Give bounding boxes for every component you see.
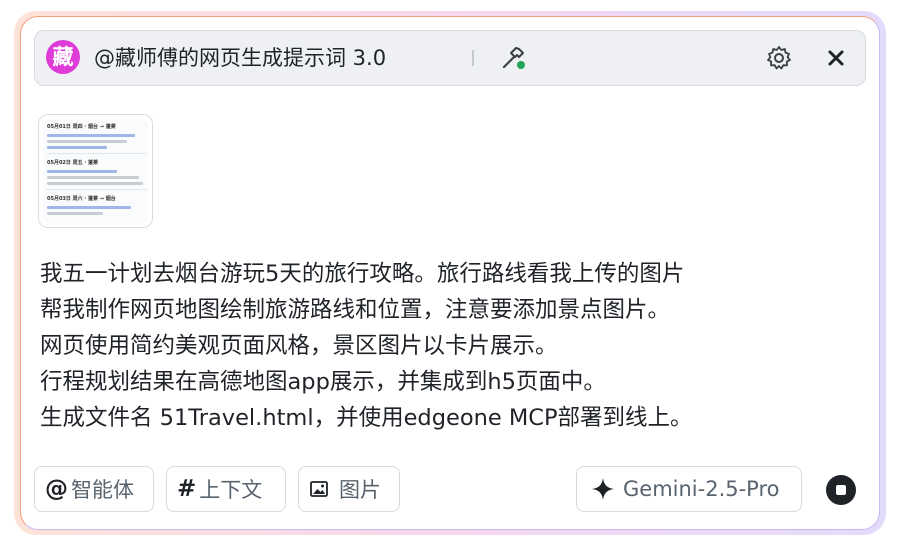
context-button[interactable]: # 上下文 <box>166 466 286 512</box>
gear-icon[interactable] <box>766 45 792 71</box>
avatar[interactable]: 藏 <box>46 40 80 74</box>
close-icon[interactable] <box>826 48 846 68</box>
message-line: 生成文件名 51Travel.html，并使用edgeone MCP部署到线上。 <box>40 405 693 431</box>
sparkle-icon <box>591 477 615 501</box>
attached-image-thumbnail[interactable]: 05月01日 周四 · 烟台 → 蓬莱 05月02日 周五 · 蓬莱 05月03… <box>38 114 153 228</box>
message-line: 我五一计划去烟台游玩5天的旅行攻略。旅行路线看我上传的图片 <box>40 261 685 287</box>
stop-button[interactable] <box>826 475 856 505</box>
model-selector[interactable]: Gemini-2.5-Pro <box>576 466 802 512</box>
image-label: 图片 <box>339 478 381 502</box>
day-heading: 05月02日 周五 · 蓬莱 <box>47 160 99 166</box>
agent-button[interactable]: @ 智能体 <box>34 466 154 512</box>
itinerary-day-2: 05月02日 周五 · 蓬莱 <box>47 159 147 190</box>
day-heading: 05月03日 周六 · 蓬莱 → 烟台 <box>47 196 116 202</box>
agent-label: 智能体 <box>71 478 134 502</box>
stop-icon <box>836 485 846 495</box>
itinerary-screenshot: 05月01日 周四 · 烟台 → 蓬莱 05月02日 周五 · 蓬莱 05月03… <box>43 119 148 223</box>
itinerary-day-3: 05月03日 周六 · 蓬莱 → 烟台 <box>47 195 147 215</box>
day-heading: 05月01日 周四 · 烟台 → 蓬莱 <box>47 124 116 130</box>
prompt-title: @藏师傅的网页生成提示词 3.0 <box>94 46 387 70</box>
prompt-message[interactable]: 我五一计划去烟台游玩5天的旅行攻略。旅行路线看我上传的图片 帮我制作网页地图绘制… <box>40 256 840 436</box>
hash-icon: # <box>177 476 197 502</box>
image-icon <box>309 479 329 499</box>
itinerary-day-1: 05月01日 周四 · 烟台 → 蓬莱 <box>47 123 147 154</box>
message-line: 帮我制作网页地图绘制旅游路线和位置，注意要添加景点图片。 <box>40 297 671 323</box>
message-line: 网页使用简约美观页面风格，景区图片以卡片展示。 <box>40 333 558 359</box>
image-button[interactable]: 图片 <box>298 466 400 512</box>
at-icon: @ <box>45 476 68 502</box>
model-label: Gemini-2.5-Pro <box>623 477 780 501</box>
header-divider <box>472 50 474 66</box>
message-line: 行程规划结果在高德地图app展示，并集成到h5页面中。 <box>40 369 606 395</box>
context-label: 上下文 <box>199 478 263 502</box>
hammer-icon[interactable] <box>500 44 528 72</box>
